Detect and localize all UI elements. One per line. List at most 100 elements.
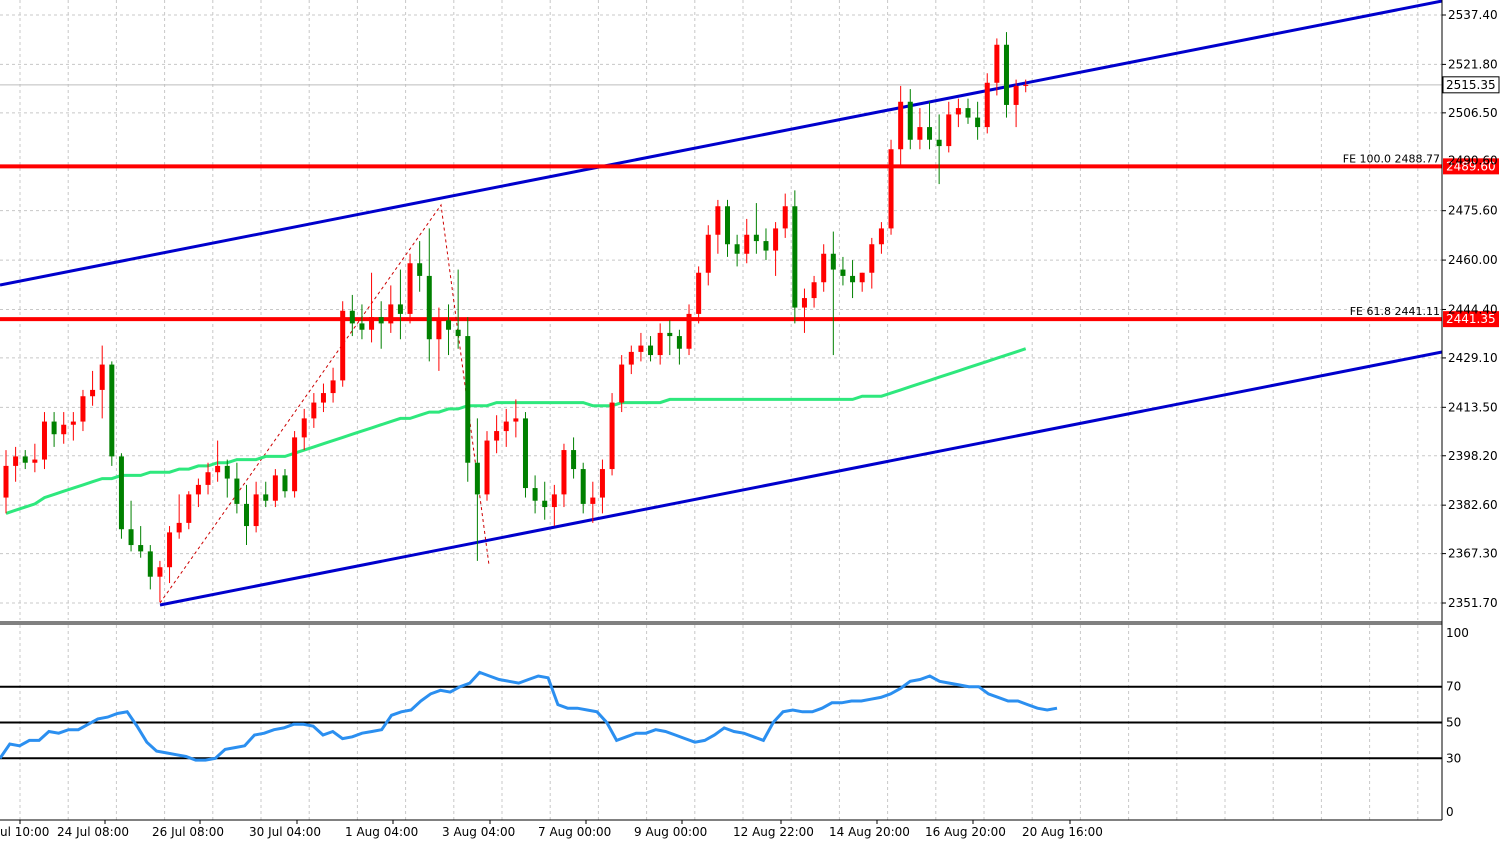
candle-body xyxy=(676,336,682,349)
candle-body xyxy=(503,421,509,432)
candle-body xyxy=(955,108,961,115)
candle-body xyxy=(407,263,413,314)
candle-body xyxy=(465,336,471,463)
candle-body xyxy=(821,253,827,283)
candle-body xyxy=(378,317,384,324)
channel-lower-line xyxy=(159,350,1443,607)
time-tick-label: 3 Aug 04:00 xyxy=(442,825,515,839)
candle-body xyxy=(13,456,19,466)
current-price-tag: 2515.35 xyxy=(1446,78,1496,92)
oscillator-tick-label: 70 xyxy=(1446,680,1461,694)
time-tick-label: 26 Jul 08:00 xyxy=(152,825,224,839)
fib-level-label: FE 61.8 2441.11 xyxy=(1350,305,1440,318)
candle-body xyxy=(205,472,211,485)
candle-body xyxy=(397,304,403,314)
price-tick-label: 2537.40 xyxy=(1448,8,1498,22)
candle-body xyxy=(811,282,817,299)
candle-body xyxy=(609,402,615,470)
candle-body xyxy=(359,323,365,330)
candle-body xyxy=(215,465,221,473)
candle-body xyxy=(311,402,317,419)
candle-body xyxy=(340,310,346,381)
candle-body xyxy=(657,332,663,356)
oscillator-tick-label: 0 xyxy=(1446,805,1454,819)
candle-body xyxy=(599,469,605,498)
candle-body xyxy=(446,320,452,330)
candle-body xyxy=(715,206,721,235)
candle-body xyxy=(157,567,163,577)
time-tick-label: 30 Jul 04:00 xyxy=(249,825,321,839)
candle-body xyxy=(320,393,326,403)
candle-body xyxy=(753,234,759,242)
candlestick-series xyxy=(3,32,1029,603)
oscillator-tick-label: 50 xyxy=(1446,716,1461,730)
candle-body xyxy=(263,494,269,501)
candle-body xyxy=(830,253,836,270)
candle-body xyxy=(426,275,432,340)
candle-body xyxy=(32,459,38,463)
oscillator-tick-label: 100 xyxy=(1446,626,1469,640)
candle-body xyxy=(51,421,57,435)
candle-body xyxy=(984,82,990,128)
time-tick-label: 24 Jul 08:00 xyxy=(57,825,129,839)
candle-body xyxy=(628,351,634,365)
time-tick-label: 7 Aug 00:00 xyxy=(538,825,611,839)
price-tick-label: 2460.00 xyxy=(1448,253,1498,267)
candle-body xyxy=(878,228,884,245)
candle-body xyxy=(330,380,336,394)
candle-body xyxy=(801,298,807,308)
price-tick-label: 2475.60 xyxy=(1448,204,1498,218)
axes: 2537.40 2521.80 2506.50 2475.60 2460.00 2444.… xyxy=(0,0,1500,839)
candle-body xyxy=(782,206,788,229)
oscillator-panel: 100 70 50 30 0 xyxy=(0,626,1469,819)
oscillator-tick-label: 30 xyxy=(1446,751,1461,765)
candle-body xyxy=(522,418,528,489)
candle-body xyxy=(965,108,971,118)
time-tick-label: ul 10:00 xyxy=(0,825,49,839)
price-chart-svg: FE 100.0 2488.772489.602490.60FE 61.8 24… xyxy=(0,0,1500,839)
candle-body xyxy=(41,421,47,460)
candle-body xyxy=(349,310,355,324)
candle-body xyxy=(70,421,76,425)
time-tick-label: 9 Aug 00:00 xyxy=(634,825,707,839)
candle-body xyxy=(99,364,105,390)
candle-body xyxy=(898,101,904,150)
candle-body xyxy=(436,320,442,340)
candle-body xyxy=(1023,84,1029,86)
candle-body xyxy=(301,418,307,438)
zigzag-line xyxy=(159,203,490,604)
time-tick-label: 1 Aug 04:00 xyxy=(345,825,418,839)
candle-body xyxy=(734,244,740,254)
candle-body xyxy=(561,450,567,495)
candle-body xyxy=(186,494,192,523)
fib-level-label: FE 100.0 2488.77 xyxy=(1343,152,1440,165)
candle-body xyxy=(850,275,856,283)
candle-body xyxy=(80,396,86,422)
candle-body xyxy=(272,475,278,501)
price-tick-label: 2429.10 xyxy=(1448,351,1498,365)
candle-body xyxy=(686,313,692,349)
candle-body xyxy=(696,272,702,314)
candle-body xyxy=(792,206,798,308)
candle-body xyxy=(513,418,519,422)
candle-body xyxy=(590,497,596,504)
time-tick-label: 20 Aug 16:00 xyxy=(1022,825,1103,839)
candle-body xyxy=(147,551,153,577)
candle-body xyxy=(138,545,144,552)
channel-upper-line xyxy=(0,0,1443,287)
candle-body xyxy=(888,149,894,229)
candle-body xyxy=(388,304,394,324)
candle-body xyxy=(542,500,548,508)
candle-body xyxy=(763,241,769,251)
price-tick-label: 2506.50 xyxy=(1448,106,1498,120)
candle-body xyxy=(551,494,557,508)
candle-body xyxy=(946,114,952,147)
price-tick-label: 2490.60 xyxy=(1448,153,1498,167)
candle-body xyxy=(455,329,461,337)
price-tick-label: 2382.60 xyxy=(1448,498,1498,512)
candle-body xyxy=(224,465,230,479)
candle-body xyxy=(417,263,423,276)
candle-body xyxy=(109,364,115,457)
time-tick-label: 12 Aug 22:00 xyxy=(733,825,814,839)
candle-body xyxy=(22,456,28,463)
